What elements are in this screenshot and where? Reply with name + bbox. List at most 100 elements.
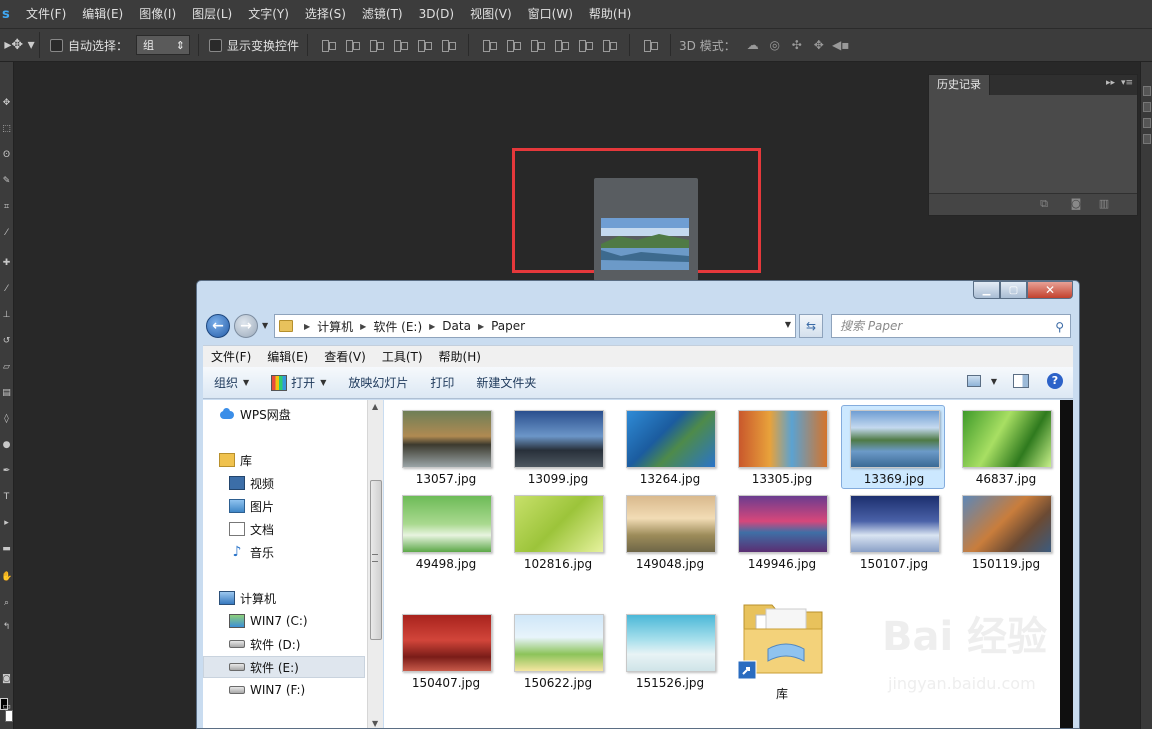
show-transform-checkbox[interactable] bbox=[209, 38, 223, 52]
quick-select-tool-icon[interactable]: ✎ bbox=[1, 176, 12, 187]
file-item[interactable]: 13057.jpg bbox=[394, 406, 498, 490]
explorer-menu-help[interactable]: 帮助(H) bbox=[431, 348, 489, 365]
scroll-up-icon[interactable]: ▲ bbox=[372, 402, 378, 411]
hand-tool-icon[interactable]: ✋ bbox=[1, 572, 12, 583]
menu-image[interactable]: 图像(I) bbox=[131, 0, 184, 28]
file-item[interactable]: 149946.jpg bbox=[730, 491, 834, 575]
gradient-tool-icon[interactable]: ▤ bbox=[1, 388, 12, 399]
chevron-down-icon[interactable]: ▼ bbox=[991, 377, 997, 386]
menu-edit[interactable]: 编辑(E) bbox=[74, 0, 131, 28]
3d-scale-icon[interactable]: ◀▪ bbox=[832, 38, 850, 52]
menu-layer[interactable]: 图层(L) bbox=[184, 0, 240, 28]
marquee-tool-icon[interactable]: ⬚ bbox=[1, 124, 12, 135]
trash-icon[interactable]: ▥ bbox=[1097, 198, 1111, 210]
breadcrumb-paper[interactable]: Paper bbox=[491, 319, 525, 333]
file-item[interactable]: 102816.jpg bbox=[506, 491, 610, 575]
zoom-tool-icon[interactable]: ⌕ bbox=[1, 598, 12, 609]
nav-item-wps-cloud[interactable]: WPS网盘 bbox=[219, 403, 383, 425]
refresh-button[interactable]: ⇆ bbox=[799, 314, 823, 338]
align-top-icon[interactable] bbox=[320, 38, 337, 52]
stamp-tool-icon[interactable]: ⊥ bbox=[1, 310, 12, 321]
print-button[interactable]: 打印 bbox=[419, 374, 465, 391]
blur-tool-icon[interactable]: ◊ bbox=[1, 414, 12, 425]
distribute-top-icon[interactable] bbox=[481, 38, 498, 52]
auto-select-dropdown[interactable]: 组 ⇕ bbox=[136, 35, 191, 55]
organize-button[interactable]: 组织 ▼ bbox=[203, 374, 260, 391]
chevron-right-icon[interactable]: ▶ bbox=[304, 322, 310, 331]
move-tool-icon[interactable]: ✥ bbox=[1, 98, 12, 109]
panel-dock-button[interactable] bbox=[1143, 118, 1151, 128]
eyedropper-tool-icon[interactable]: ⁄ bbox=[1, 228, 12, 239]
path-select-tool-icon[interactable]: ▸ bbox=[1, 518, 12, 529]
nav-scrollbar[interactable]: ▲ ▼ bbox=[367, 400, 383, 728]
open-button[interactable]: 打开 ▼ bbox=[260, 374, 337, 391]
menu-filter[interactable]: 滤镜(T) bbox=[354, 0, 411, 28]
distribute-hcenter-icon[interactable] bbox=[577, 38, 594, 52]
auto-align-icon[interactable] bbox=[642, 38, 659, 52]
align-left-icon[interactable] bbox=[392, 38, 409, 52]
maximize-button[interactable]: ▢ bbox=[1000, 281, 1027, 299]
panel-dock-button[interactable] bbox=[1143, 86, 1151, 96]
file-item[interactable]: 150119.jpg bbox=[954, 491, 1058, 575]
menu-window[interactable]: 窗口(W) bbox=[520, 0, 581, 28]
breadcrumb-data[interactable]: Data bbox=[442, 319, 471, 333]
file-item[interactable]: 13305.jpg bbox=[730, 406, 834, 490]
file-item[interactable]: 13264.jpg bbox=[618, 406, 722, 490]
eraser-tool-icon[interactable]: ▱ bbox=[1, 362, 12, 373]
chevron-right-icon[interactable]: ▶ bbox=[429, 322, 435, 331]
distribute-vcenter-icon[interactable] bbox=[505, 38, 522, 52]
menu-help[interactable]: 帮助(H) bbox=[581, 0, 639, 28]
menu-file[interactable]: 文件(F) bbox=[18, 0, 74, 28]
explorer-menu-edit[interactable]: 编辑(E) bbox=[259, 348, 316, 365]
breadcrumb-drive-e[interactable]: 软件 (E:) bbox=[373, 318, 422, 335]
back-button[interactable]: ← bbox=[206, 314, 230, 338]
chevron-right-icon[interactable]: ▶ bbox=[360, 322, 366, 331]
menu-3d[interactable]: 3D(D) bbox=[411, 0, 462, 28]
distribute-left-icon[interactable] bbox=[553, 38, 570, 52]
preview-pane-icon[interactable] bbox=[1013, 374, 1029, 388]
3d-roll-icon[interactable]: ◎ bbox=[766, 38, 784, 52]
address-bar[interactable]: ▶ 计算机 ▶ 软件 (E:) ▶ Data ▶ Paper ▼ bbox=[274, 314, 796, 338]
chevron-down-icon[interactable]: ▼ bbox=[785, 320, 791, 329]
swap-colors-icon[interactable]: ↰ bbox=[1, 622, 12, 633]
recent-pages-icon[interactable]: ▼ bbox=[262, 321, 268, 330]
file-item[interactable]: 149048.jpg bbox=[618, 491, 722, 575]
help-icon[interactable]: ? bbox=[1047, 373, 1063, 389]
move-tool-preset-icon[interactable]: ▸✥ ▾ bbox=[0, 32, 40, 58]
nav-item-libraries[interactable]: 库 bbox=[219, 449, 383, 471]
menu-view[interactable]: 视图(V) bbox=[462, 0, 520, 28]
explorer-menu-view[interactable]: 查看(V) bbox=[316, 348, 374, 365]
collapse-icon[interactable]: ▸▸ bbox=[1106, 78, 1115, 88]
3d-drag-icon[interactable]: ✣ bbox=[788, 38, 806, 52]
dodge-tool-icon[interactable]: ● bbox=[1, 440, 12, 451]
slideshow-button[interactable]: 放映幻灯片 bbox=[337, 374, 419, 391]
snapshot-camera-icon[interactable]: ◙ bbox=[1069, 198, 1083, 210]
breadcrumb-computer[interactable]: 计算机 bbox=[317, 318, 353, 335]
new-document-from-state-icon[interactable]: ⧉ bbox=[1037, 198, 1051, 210]
file-item[interactable]: 150107.jpg bbox=[842, 491, 946, 575]
history-tab[interactable]: 历史记录 bbox=[929, 75, 990, 95]
menu-select[interactable]: 选择(S) bbox=[297, 0, 354, 28]
file-item[interactable]: 151526.jpg bbox=[618, 610, 722, 694]
quick-mask-icon[interactable]: ◙ bbox=[1, 674, 12, 685]
align-right-icon[interactable] bbox=[440, 38, 457, 52]
distribute-bottom-icon[interactable] bbox=[529, 38, 546, 52]
scroll-down-icon[interactable]: ▼ bbox=[372, 719, 378, 728]
file-item[interactable]: 46837.jpg bbox=[954, 406, 1058, 490]
auto-select-checkbox[interactable] bbox=[50, 38, 63, 52]
panel-menu-icon[interactable]: ▾≡ bbox=[1121, 78, 1133, 88]
change-view-icon[interactable] bbox=[966, 375, 981, 387]
explorer-menu-file[interactable]: 文件(F) bbox=[203, 348, 259, 365]
type-tool-icon[interactable]: T bbox=[1, 492, 12, 503]
file-item[interactable]: 13099.jpg bbox=[506, 406, 610, 490]
distribute-right-icon[interactable] bbox=[601, 38, 618, 52]
healing-tool-icon[interactable]: ✚ bbox=[1, 258, 12, 269]
align-vcenter-icon[interactable] bbox=[344, 38, 361, 52]
nav-item-computer[interactable]: 计算机 bbox=[219, 587, 383, 609]
file-item[interactable]: 49498.jpg bbox=[394, 491, 498, 575]
explorer-menu-tools[interactable]: 工具(T) bbox=[374, 348, 431, 365]
nav-item-drive-e[interactable]: 软件 (E:) bbox=[203, 656, 365, 678]
forward-button[interactable]: → bbox=[234, 314, 258, 338]
align-bottom-icon[interactable] bbox=[368, 38, 385, 52]
crop-tool-icon[interactable]: ⌗ bbox=[1, 202, 12, 213]
